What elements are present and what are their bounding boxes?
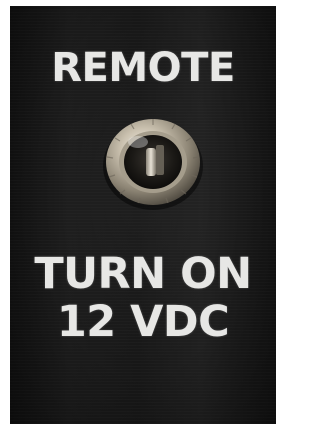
voltage-line: 12 VDC — [56, 297, 230, 347]
turn-on-line: TURN ON — [34, 249, 252, 299]
photo-frame: REMOTE TURN ON 12 VDC — [0, 0, 284, 428]
audio-jack-icon — [103, 119, 203, 210]
black-panel: REMOTE TURN ON 12 VDC — [10, 6, 276, 424]
remote-label: REMOTE — [51, 45, 235, 91]
turn-on-label: TURN ON 12 VDC — [10, 250, 276, 346]
